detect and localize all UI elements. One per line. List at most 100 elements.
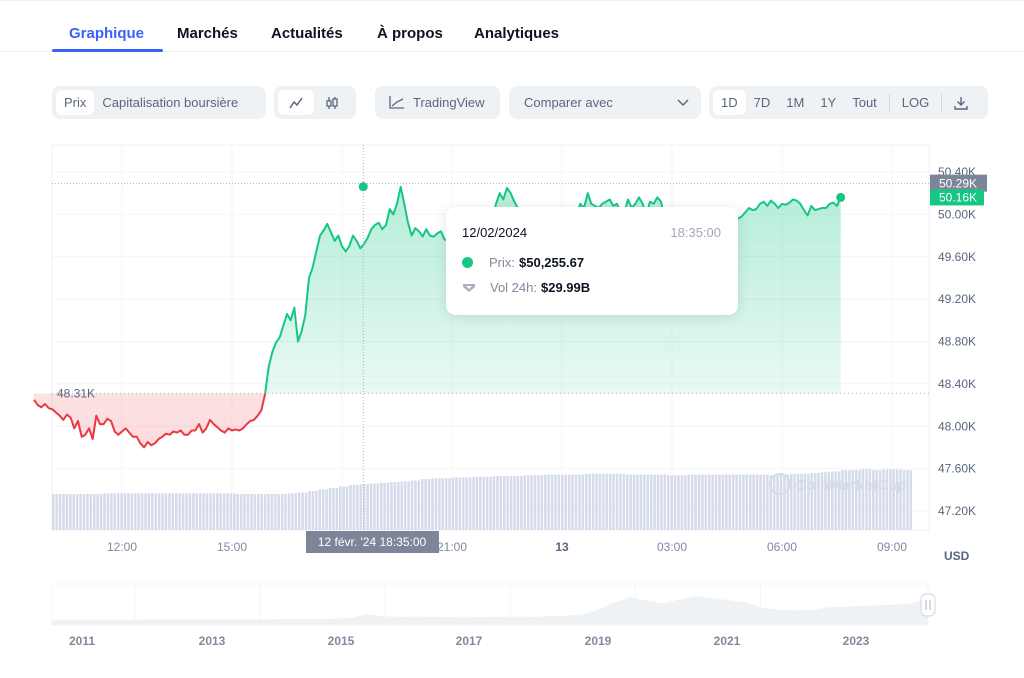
- crosshair-time-label: 12 févr. '24 18:35:00: [318, 535, 427, 549]
- tooltip-price-row: Prix: $50,255.67: [462, 255, 584, 270]
- volume-bar: [233, 493, 236, 530]
- navigator-year-label: 2023: [843, 634, 870, 648]
- volume-bar: [728, 474, 732, 530]
- volume-bar: [482, 476, 486, 530]
- y-tick-label: 49.20K: [938, 292, 976, 306]
- volume-bar: [513, 476, 516, 530]
- volume-bar: [380, 482, 383, 530]
- volume-bar: [134, 493, 137, 530]
- price-chart[interactable]: CoinMarketCap 48.31K 47.20K 47.60K 48.00K 4…: [0, 0, 1024, 678]
- volume-bar: [427, 479, 431, 530]
- volume-bar: [690, 474, 694, 530]
- volume-bar: [755, 474, 759, 530]
- volume-bar: [906, 470, 909, 530]
- volume-bar: [503, 476, 506, 530]
- navigator-handle[interactable]: [920, 593, 936, 617]
- volume-bar: [130, 493, 134, 530]
- volume-bar: [455, 477, 458, 530]
- price-tooltip: 12/02/2024 18:35:00 Prix: $50,255.67 Vol…: [446, 207, 738, 315]
- volume-bar: [643, 474, 646, 530]
- volume-bar: [574, 474, 578, 530]
- volume-bar: [335, 488, 339, 530]
- volume-bar: [434, 478, 438, 530]
- volume-bar: [123, 493, 127, 530]
- volume-bar: [280, 494, 284, 530]
- volume-bar: [106, 493, 110, 530]
- volume-bar: [96, 494, 99, 530]
- volume-bar: [79, 494, 82, 530]
- volume-bar: [284, 494, 287, 530]
- x-tick-label: 15:00: [217, 540, 247, 554]
- volume-bar: [544, 474, 547, 530]
- y-tick-label: 50.00K: [938, 207, 976, 221]
- volume-bar: [626, 474, 629, 530]
- navigator-year-label: 2021: [714, 634, 741, 648]
- volume-bar: [533, 475, 537, 530]
- volume-bar: [144, 493, 147, 530]
- volume-bar: [202, 493, 205, 530]
- volume-bar: [345, 486, 349, 530]
- volume-bar: [458, 477, 462, 530]
- volume-bar: [735, 474, 738, 530]
- volume-bar: [147, 493, 151, 530]
- volume-bar: [188, 493, 192, 530]
- volume-bar: [745, 474, 749, 530]
- volume-bar: [376, 483, 380, 530]
- volume-bar: [472, 476, 475, 530]
- x-tick-label: 21:00: [437, 540, 467, 554]
- volume-bar: [58, 494, 62, 530]
- volume-bar: [359, 484, 363, 530]
- volume-bar: [157, 493, 161, 530]
- price-chart-svg[interactable]: CoinMarketCap 48.31K 47.20K 47.60K 48.00K 4…: [0, 0, 1024, 678]
- volume-bar: [571, 474, 574, 530]
- volume-bar: [325, 489, 328, 530]
- crosshair-price-label: 50.29K: [939, 177, 977, 191]
- volume-bar: [578, 474, 581, 530]
- volume-bar: [352, 485, 356, 530]
- volume-bar: [909, 470, 913, 530]
- volume-bar: [663, 474, 667, 530]
- volume-bar: [52, 494, 55, 530]
- volume-bar: [714, 474, 718, 530]
- volume-bar: [619, 473, 622, 530]
- volume-bar: [315, 491, 318, 530]
- volume-bar: [253, 494, 257, 530]
- tooltip-volume-label: Vol 24h:: [490, 280, 537, 295]
- tooltip-volume-row: Vol 24h: $29.99B: [462, 280, 590, 295]
- volume-bar: [103, 493, 106, 530]
- last-price-marker: [836, 192, 846, 202]
- volume-bar: [588, 473, 591, 530]
- volume-bar: [154, 493, 158, 530]
- volume-bar: [55, 494, 58, 530]
- volume-bar: [226, 493, 229, 530]
- volume-bar: [591, 473, 595, 530]
- volume-bar: [759, 474, 762, 530]
- volume-bar: [475, 476, 479, 530]
- volume-bar: [701, 474, 704, 530]
- volume-bar: [506, 476, 509, 530]
- volume-bar: [140, 493, 144, 530]
- navigator-handle-grip: [920, 593, 936, 617]
- volume-bar: [557, 474, 561, 530]
- volume-bar: [369, 483, 373, 530]
- volume-bar: [708, 474, 711, 530]
- volume-bar: [667, 475, 670, 530]
- last-price-label: 50.16K: [939, 190, 977, 204]
- volume-bar: [301, 492, 304, 530]
- currency-label: USD: [944, 549, 970, 563]
- volume-bar: [537, 475, 540, 530]
- volume-bar: [219, 493, 222, 530]
- crosshair-point-marker: [358, 182, 368, 192]
- volume-bar: [762, 474, 766, 530]
- volume-bar: [410, 480, 414, 530]
- volume-bar: [414, 480, 417, 530]
- volume-bar: [212, 493, 216, 530]
- volume-bar: [321, 489, 325, 530]
- volume-bar: [243, 494, 246, 530]
- volume-bar: [766, 474, 769, 530]
- volume-bar: [516, 476, 520, 530]
- volume-bar: [318, 489, 322, 530]
- volume-bar: [175, 493, 178, 530]
- volume-bar: [632, 474, 636, 530]
- volume-bar: [656, 474, 660, 530]
